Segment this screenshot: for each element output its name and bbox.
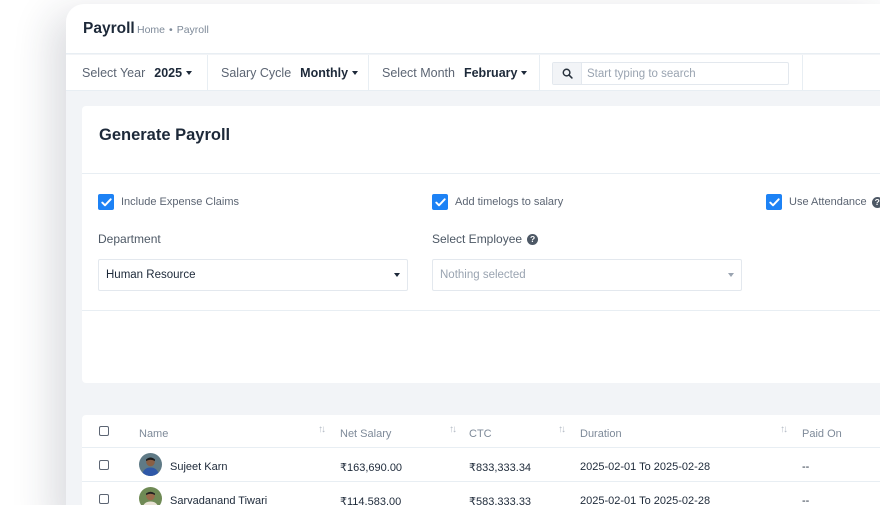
breadcrumb-home[interactable]: Home: [137, 24, 165, 36]
search-icon: [553, 63, 582, 84]
row-checkbox[interactable]: [99, 494, 109, 504]
paid-on-cell: --: [802, 495, 810, 505]
salary-cycle-value: Monthly: [300, 66, 349, 80]
year-dropdown[interactable]: 2025: [154, 66, 193, 80]
check-icon: [98, 194, 114, 210]
filter-divider: [802, 55, 803, 91]
check-icon: [766, 194, 782, 210]
select-all-checkbox[interactable]: [99, 426, 109, 436]
search-input[interactable]: [582, 63, 788, 84]
row-checkbox[interactable]: [99, 460, 109, 470]
department-select[interactable]: Human Resource: [98, 259, 408, 291]
checkbox-label: Include Expense Claims: [121, 196, 240, 208]
caret-down-icon: [394, 273, 400, 277]
employee-name[interactable]: Sarvadanand Tiwari: [170, 495, 267, 505]
table-row: Sujeet Karn ₹163,690.00 ₹833,333.34 2025…: [82, 449, 880, 482]
include-expense-claims-checkbox[interactable]: Include Expense Claims: [98, 194, 239, 210]
ctc-cell: ₹833,333.34: [469, 462, 532, 474]
duration-cell: 2025-02-01 To 2025-02-28: [580, 495, 711, 505]
table-row: Sarvadanand Tiwari ₹114,583.00 ₹583,333.…: [82, 483, 880, 505]
select-employee-label: Select Employee: [432, 232, 523, 246]
department-label: Department: [98, 232, 161, 246]
divider: [82, 173, 880, 174]
column-header-name[interactable]: Name: [139, 428, 168, 440]
employee-name[interactable]: Sujeet Karn: [170, 461, 227, 473]
department-value: Human Resource: [106, 269, 196, 281]
app-window: Payroll Home • Payroll Select Year 2025 …: [66, 4, 880, 505]
check-icon: [432, 194, 448, 210]
breadcrumb-separator: •: [169, 24, 173, 36]
column-header-net-salary[interactable]: Net Salary: [340, 428, 391, 440]
table-header: Name ↑↓ Net Salary ↑↓ CTC ↑↓ Duration ↑↓…: [82, 415, 880, 448]
breadcrumb-current: Payroll: [176, 24, 209, 36]
payroll-table: Name ↑↓ Net Salary ↑↓ CTC ↑↓ Duration ↑↓…: [82, 415, 880, 505]
net-salary-cell: ₹114,583.00: [340, 496, 402, 505]
divider: [82, 310, 880, 311]
select-employee-label-group: Select Employee ?: [432, 232, 539, 246]
generate-payroll-card: Generate Payroll Include Expense Claims …: [82, 106, 880, 383]
month-value: February: [463, 66, 518, 80]
year-filter-label: Select Year: [82, 66, 146, 80]
column-header-duration[interactable]: Duration: [580, 428, 622, 440]
avatar[interactable]: [139, 453, 162, 476]
card-title: Generate Payroll: [99, 126, 231, 144]
help-icon[interactable]: ?: [527, 233, 539, 245]
employee-placeholder: Nothing selected: [440, 269, 526, 281]
salary-cycle-label: Salary Cycle: [221, 66, 292, 80]
net-salary-cell: ₹163,690.00: [340, 462, 403, 474]
salary-cycle-dropdown[interactable]: Monthly: [300, 66, 359, 80]
page-header: Payroll Home • Payroll: [66, 4, 880, 54]
column-header-paid-on[interactable]: Paid On: [802, 428, 842, 440]
sort-icon[interactable]: ↑↓: [780, 424, 788, 435]
caret-down-icon: [521, 70, 528, 75]
checkbox-label: Use Attendance: [789, 196, 867, 208]
caret-down-icon: [186, 70, 193, 75]
year-filter: Select Year 2025: [66, 55, 208, 91]
caret-down-icon: [728, 273, 734, 277]
sort-icon[interactable]: ↑↓: [449, 424, 457, 435]
month-filter-label: Select Month: [382, 66, 455, 80]
sort-icon[interactable]: ↑↓: [558, 424, 566, 435]
paid-on-cell: --: [802, 461, 810, 473]
add-timelogs-checkbox[interactable]: Add timelogs to salary: [432, 194, 563, 210]
filter-bar: Select Year 2025 Salary Cycle Monthly Se…: [66, 55, 880, 91]
month-filter: Select Month February: [369, 55, 540, 91]
year-value: 2025: [154, 66, 183, 80]
avatar[interactable]: [139, 487, 162, 505]
checkbox-label: Add timelogs to salary: [455, 196, 564, 208]
use-attendance-checkbox[interactable]: Use Attendance ?: [766, 194, 880, 210]
help-icon[interactable]: ?: [871, 196, 880, 208]
ctc-cell: ₹583,333.33: [469, 496, 532, 505]
caret-down-icon: [352, 70, 359, 75]
search-box: [552, 62, 789, 85]
salary-cycle-filter: Salary Cycle Monthly: [208, 55, 369, 91]
page-title: Payroll: [83, 20, 135, 37]
duration-cell: 2025-02-01 To 2025-02-28: [580, 461, 711, 473]
month-dropdown[interactable]: February: [464, 66, 528, 80]
breadcrumb: Home • Payroll: [137, 24, 209, 36]
column-header-ctc[interactable]: CTC: [469, 428, 492, 440]
sort-icon[interactable]: ↑↓: [318, 424, 326, 435]
employee-select[interactable]: Nothing selected: [432, 259, 742, 291]
